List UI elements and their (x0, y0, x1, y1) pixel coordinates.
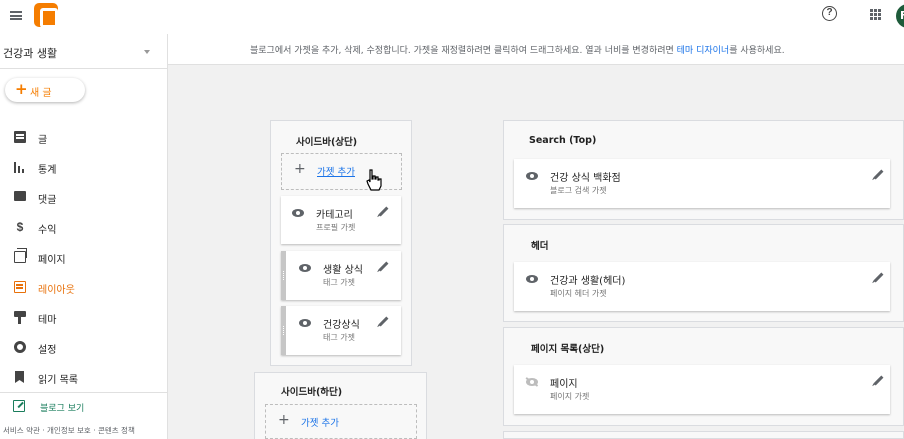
gadget-item[interactable]: 카테고리 프로필 가젯 (281, 196, 401, 244)
sidebar-item-theme[interactable]: 테마 (0, 304, 166, 330)
posts-icon (14, 131, 26, 143)
blog-selector[interactable]: 건강과 생활 (3, 45, 57, 61)
eye-icon[interactable] (292, 209, 304, 217)
chevron-down-icon[interactable] (144, 50, 150, 54)
sidebar-item-comments[interactable]: 댓글 (0, 184, 166, 210)
gadget-item[interactable]: 건강상식 태그 가젯 (281, 306, 401, 355)
divider (0, 392, 168, 393)
section-sidebar-bottom: 사이드바(하단) + 가젯 추가 (254, 372, 427, 439)
bookmark-icon (15, 371, 24, 383)
eye-off-icon[interactable] (526, 378, 538, 386)
section-partial (503, 431, 904, 439)
gear-icon (14, 341, 26, 353)
sidebar-item-settings[interactable]: 설정 (0, 334, 166, 360)
edit-pencil-icon[interactable] (873, 272, 884, 283)
eye-icon[interactable] (526, 172, 538, 180)
section-title: 헤더 (531, 241, 549, 252)
edit-pencil-icon[interactable] (378, 316, 389, 327)
section-title: 페이지 목록(상단) (531, 344, 605, 355)
paint-roller-icon (14, 311, 26, 324)
sidebar-item-earnings[interactable]: $ 수익 (0, 214, 166, 240)
theme-designer-link[interactable]: 테마 디자이너 (677, 46, 730, 56)
blogger-logo-icon[interactable] (34, 3, 58, 28)
section-header: 헤더 건강과 생활(헤더) 페이지 헤더 가젯 (503, 224, 904, 322)
section-title: 사이드바(상단) (296, 137, 358, 148)
sidebar-item-stats[interactable]: 통계 (0, 154, 166, 180)
drag-handle[interactable] (281, 306, 286, 355)
edit-pencil-icon[interactable] (873, 169, 884, 180)
divider (0, 68, 168, 69)
gadget-item[interactable]: 페이지 페이지 가젯 (514, 365, 890, 414)
account-avatar[interactable]: F (896, 4, 904, 28)
pages-icon (14, 248, 27, 263)
edit-pencil-icon[interactable] (378, 206, 389, 217)
sidebar-item-pages[interactable]: 페이지 (0, 244, 166, 270)
stats-icon (14, 162, 26, 173)
section-page-list-top: 페이지 목록(상단) 페이지 페이지 가젯 (503, 327, 904, 426)
apps-grid-icon[interactable] (870, 9, 881, 20)
plus-icon: + (15, 80, 28, 98)
footer-links[interactable]: 서비스 약관 · 개인정보 보호 · 콘텐츠 정책 (3, 425, 135, 436)
drag-handle[interactable] (281, 251, 286, 300)
section-title: Search (Top) (529, 135, 597, 146)
section-sidebar-top: 사이드바(상단) + 가젯 추가 카테고리 프로필 가젯 생활 상식 태그 가젯… (270, 120, 412, 366)
help-icon[interactable]: ? (822, 6, 837, 21)
dollar-icon: $ (16, 220, 24, 234)
new-post-button[interactable]: + 새 글 (5, 78, 85, 102)
layout-instructions: 블로그에서 가젯을 추가, 삭제, 수정합니다. 가젯을 재정렬하려면 클릭하여… (250, 46, 785, 56)
hand-cursor-icon (366, 169, 382, 191)
open-external-icon (13, 400, 25, 412)
plus-icon: + (294, 161, 306, 177)
gadget-item[interactable]: 생활 상식 태그 가젯 (281, 251, 401, 300)
plus-icon: + (278, 412, 290, 428)
hamburger-menu-icon[interactable] (10, 11, 22, 20)
sidebar-item-layout[interactable]: 레이아웃 (0, 274, 166, 300)
sidebar-item-posts[interactable]: 글 (0, 124, 166, 150)
eye-icon[interactable] (526, 275, 538, 283)
sidebar-item-reading-list[interactable]: 읽기 목록 (0, 364, 166, 390)
section-search-top: Search (Top) 건강 상식 백화점 블로그 검색 가젯 (503, 120, 904, 220)
view-blog-link[interactable]: 블로그 보기 (0, 396, 166, 418)
eye-icon[interactable] (299, 264, 311, 272)
gadget-item[interactable]: 건강 상식 백화점 블로그 검색 가젯 (514, 159, 890, 208)
add-gadget-button[interactable]: + 가젯 추가 (265, 404, 417, 439)
top-bar: ? F (0, 0, 904, 34)
layout-info-bar: 블로그에서 가젯을 추가, 삭제, 수정합니다. 가젯을 재정렬하려면 클릭하여… (168, 34, 904, 65)
eye-icon[interactable] (299, 319, 311, 327)
edit-pencil-icon[interactable] (378, 261, 389, 272)
comments-icon (14, 191, 26, 201)
gadget-item[interactable]: 건강과 생활(헤더) 페이지 헤더 가젯 (514, 262, 890, 311)
edit-pencil-icon[interactable] (873, 375, 884, 386)
layout-icon (14, 281, 26, 293)
left-sidebar: 건강과 생활 + 새 글 글 통계 댓글 $ 수익 페이지 레이아웃 테마 설정 (0, 34, 168, 439)
section-title: 사이드바(하단) (281, 387, 343, 398)
